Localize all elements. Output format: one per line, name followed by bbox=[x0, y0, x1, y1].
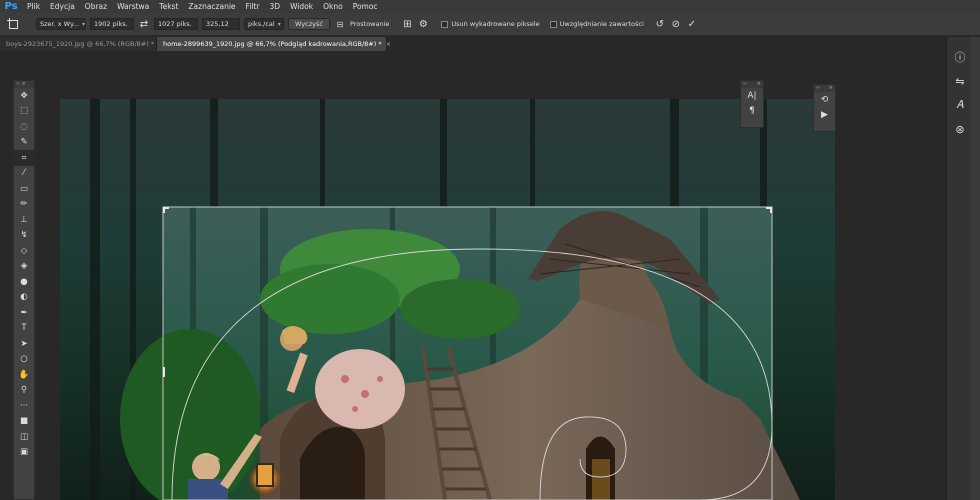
gear-icon[interactable]: ⚙ bbox=[417, 19, 429, 30]
scene-image bbox=[60, 99, 835, 500]
right-panel-strip bbox=[970, 37, 980, 500]
blur-tool-icon[interactable]: ● bbox=[14, 274, 34, 290]
pen-tool-icon[interactable]: ✒ bbox=[14, 305, 34, 321]
dodge-tool-icon[interactable]: ◐ bbox=[14, 290, 34, 306]
delete-cropped-label: Usuń wykadrowane piksele bbox=[451, 20, 540, 28]
delete-cropped-checkbox[interactable]: Usuń wykadrowane piksele bbox=[441, 20, 540, 28]
resolution-unit-value: piks./cal bbox=[248, 20, 275, 28]
canvas-workspace: ›› × A| ¶ ›› × ⟲ ▶ bbox=[0, 51, 945, 500]
chevron-down-icon: ▾ bbox=[82, 20, 86, 28]
more-tools-icon[interactable]: ··· bbox=[14, 398, 34, 414]
toolbar-collapse[interactable]: ›› × bbox=[14, 81, 34, 88]
crop-tool-icon[interactable]: ⌗ bbox=[14, 150, 34, 166]
eyedropper-tool-icon[interactable]: ⁄ bbox=[14, 166, 34, 182]
screen-mode-icon[interactable]: ▣ bbox=[14, 445, 34, 461]
tab-home-document[interactable]: home-2899639_1920.jpg @ 66,7% (Podgląd k… bbox=[157, 37, 391, 51]
document-tabs: boys-2923675_1920.jpg @ 66,7% (RGB/8#) *… bbox=[0, 37, 945, 51]
lasso-tool-icon[interactable]: ◌ bbox=[14, 119, 34, 135]
tools-panel: ›› × ✥ ⬚ ◌ ✎ ⌗ ⁄ ▭ ✏ ⊥ ↯ ◇ ◈ ● ◐ ✒ T ➤ ○… bbox=[13, 80, 35, 500]
document-canvas[interactable] bbox=[60, 99, 835, 500]
clear-button[interactable]: Wyczyść bbox=[288, 18, 330, 30]
ellipse-tool-icon[interactable]: ○ bbox=[14, 352, 34, 368]
resolution-unit-select[interactable]: piks./cal ▾ bbox=[244, 18, 284, 30]
character-panel: ›› × A| ¶ bbox=[740, 80, 764, 128]
resolution-field[interactable]: 325,12 bbox=[202, 18, 240, 30]
healing-tool-icon[interactable]: ▭ bbox=[14, 181, 34, 197]
actions-panel: ›› × ⟲ ▶ bbox=[813, 84, 836, 132]
menu-type[interactable]: Tekst bbox=[154, 2, 183, 11]
info-icon[interactable]: ⓘ bbox=[949, 45, 971, 69]
tab-label: boys-2923675_1920.jpg @ 66,7% (RGB/8#) * bbox=[6, 40, 155, 48]
quick-mask-icon[interactable]: ◫ bbox=[14, 429, 34, 445]
width-field[interactable]: 1902 piks. bbox=[90, 18, 134, 30]
menu-help[interactable]: Pomoc bbox=[348, 2, 383, 11]
menu-3d[interactable]: 3D bbox=[265, 2, 286, 11]
menu-layer[interactable]: Warstwa bbox=[112, 2, 154, 11]
panel-header[interactable]: ›› × bbox=[741, 81, 763, 88]
menu-bar: Ps Plik Edycja Obraz Warstwa Tekst Zazna… bbox=[0, 0, 980, 13]
marquee-tool-icon[interactable]: ⬚ bbox=[14, 104, 34, 120]
history-brush-tool-icon[interactable]: ↯ bbox=[14, 228, 34, 244]
photoshop-logo: Ps bbox=[4, 1, 18, 12]
hand-tool-icon[interactable]: ✋ bbox=[14, 367, 34, 383]
close-icon[interactable]: × bbox=[386, 40, 391, 48]
ratio-select-value: Szer. x Wy... bbox=[40, 20, 80, 28]
adjustments-icon[interactable]: ⇋ bbox=[949, 69, 971, 93]
menu-edit[interactable]: Edycja bbox=[45, 2, 80, 11]
panel-header[interactable]: ›› × bbox=[814, 85, 835, 92]
zoom-tool-icon[interactable]: ⚲ bbox=[14, 383, 34, 399]
character-icon[interactable]: A| bbox=[741, 88, 763, 103]
quick-select-tool-icon[interactable]: ✎ bbox=[14, 135, 34, 151]
content-aware-checkbox[interactable]: Uwzględnianie zawartości bbox=[549, 20, 644, 28]
overlay-grid-icon[interactable]: ⊞ bbox=[401, 19, 413, 30]
menu-select[interactable]: Zaznaczanie bbox=[183, 2, 240, 11]
type-tool-icon[interactable]: T bbox=[14, 321, 34, 337]
height-field[interactable]: 1027 piks. bbox=[154, 18, 198, 30]
brush-tool-icon[interactable]: ✏ bbox=[14, 197, 34, 213]
color-swatch-icon[interactable]: ■ bbox=[14, 414, 34, 430]
straighten-label[interactable]: Prostowanie bbox=[350, 20, 389, 28]
right-dock-icons: ⓘ ⇋ 𝐴 ⊛ bbox=[949, 45, 971, 141]
tab-boys-document[interactable]: boys-2923675_1920.jpg @ 66,7% (RGB/8#) *… bbox=[0, 37, 164, 51]
tab-label: home-2899639_1920.jpg @ 66,7% (Podgląd k… bbox=[163, 40, 382, 48]
play-icon[interactable]: ▶ bbox=[814, 107, 835, 122]
chevron-down-icon: ▾ bbox=[277, 20, 281, 28]
straighten-icon[interactable]: ⊟ bbox=[334, 20, 346, 29]
crop-tool-icon[interactable] bbox=[6, 17, 20, 31]
menu-image[interactable]: Obraz bbox=[80, 2, 112, 11]
paint-bucket-tool-icon[interactable]: ◈ bbox=[14, 259, 34, 275]
eraser-tool-icon[interactable]: ◇ bbox=[14, 243, 34, 259]
move-tool-icon[interactable]: ✥ bbox=[14, 88, 34, 104]
commit-check-icon[interactable]: ✓ bbox=[686, 19, 698, 30]
content-aware-label: Uwzględnianie zawartości bbox=[559, 20, 644, 28]
glyphs-icon[interactable]: ⊛ bbox=[949, 117, 971, 141]
cancel-icon[interactable]: ⊘ bbox=[670, 19, 682, 30]
menu-filter[interactable]: Filtr bbox=[241, 2, 265, 11]
menu-file[interactable]: Plik bbox=[22, 2, 45, 11]
ratio-select[interactable]: Szer. x Wy... ▾ bbox=[36, 18, 86, 30]
checkbox-box[interactable] bbox=[549, 20, 557, 28]
options-bar: Szer. x Wy... ▾ 1902 piks. ⇄ 1027 piks. … bbox=[0, 13, 980, 36]
swap-icon[interactable]: ⇄ bbox=[138, 19, 150, 30]
reset-icon[interactable]: ↺ bbox=[654, 19, 666, 30]
menu-window[interactable]: Okno bbox=[318, 2, 348, 11]
path-select-tool-icon[interactable]: ➤ bbox=[14, 336, 34, 352]
clone-stamp-tool-icon[interactable]: ⊥ bbox=[14, 212, 34, 228]
character-style-icon[interactable]: 𝐴 bbox=[949, 93, 971, 117]
checkbox-box[interactable] bbox=[441, 20, 449, 28]
menu-view[interactable]: Widok bbox=[285, 2, 318, 11]
paragraph-icon[interactable]: ¶ bbox=[741, 103, 763, 118]
history-icon[interactable]: ⟲ bbox=[814, 92, 835, 107]
